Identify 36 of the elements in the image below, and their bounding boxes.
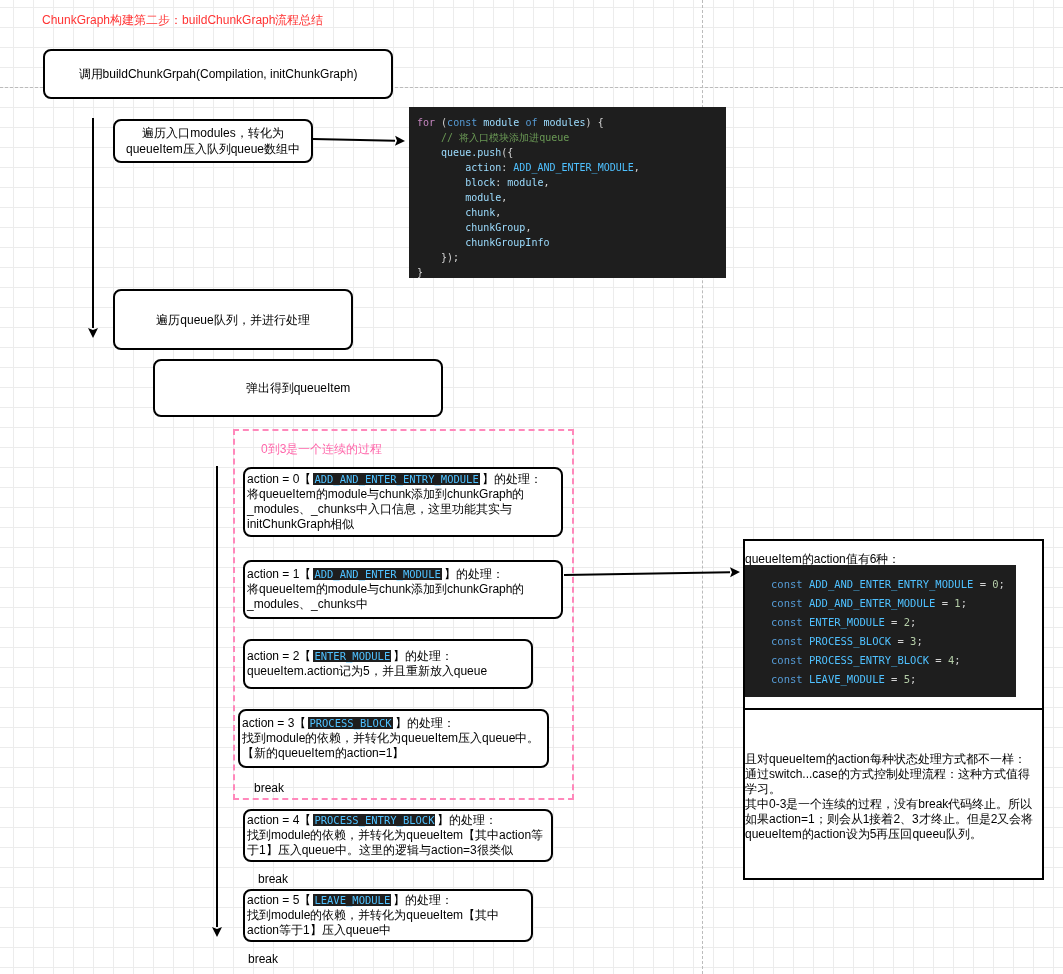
code-line: chunkGroup, <box>464 221 532 235</box>
process-node: 遍历入口modules，转化为queueItem压入队列queue数组中 <box>113 119 313 163</box>
note-text: 通过switch...case的方式控制处理流程：这种方式值得学习。 <box>745 767 1031 797</box>
action-node: action = 4【 PROCESS_ENTRY_BLOCK 】的处理： 找到module的依赖，并转化为queueItem【其中action等于1】压入queue中。这里的逻辑与action=3很类似 <box>243 809 553 862</box>
diagram-title: ChunkGraph构建第二步：buildChunkGraph流程总结 <box>42 12 324 29</box>
note-text: 其中0-3是一个连续的过程，没有break代码终止。所以如果action=1；则会从1接着2、3才终止。但是2又会将queueItem的action设为5再压回queeu队列。 <box>745 797 1035 842</box>
code-line: chunk, <box>464 206 502 220</box>
code-line: const ADD_AND_ENTER_ENTRY_MODULE = 0; <box>771 577 1005 593</box>
code-line: }); <box>440 251 460 265</box>
code-line: // 将入口模块添加进queue <box>440 131 570 145</box>
action-node: action = 5【 LEAVE_MODULE 】的处理： 找到module的依赖，并转化为queueItem【其中action等于1】压入queue中 <box>243 889 533 942</box>
code-line: module, <box>464 191 508 205</box>
note-text: 且对queueItem的action每种状态处理方式都不一样： <box>745 752 1027 767</box>
code-line: chunkGroupInfo <box>464 236 550 250</box>
code-line: queue.push({ <box>440 146 514 160</box>
break-label: break <box>248 952 279 966</box>
code-line: const PROCESS_BLOCK = 3; <box>771 634 923 650</box>
code-line: action: ADD_AND_ENTER_MODULE, <box>464 161 640 175</box>
action-node: action = 1【 ADD_AND_ENTER_MODULE 】的处理： 将queueItem的module与chunk添加到chunkGraph的_modules、_chunks中 <box>243 560 563 619</box>
code-line: const ADD_AND_ENTER_MODULE = 1; <box>771 596 967 612</box>
code-line: const ENTER_MODULE = 2; <box>771 615 917 631</box>
break-label: break <box>254 781 285 795</box>
action-node: action = 0【 ADD_AND_ENTER_ENTRY_MODULE 】的处理： 将queueItem的module与chunk添加到chunkGraph的_modules、_chunks中入口信息，这里功能其实与initChunkGraph相似 <box>243 467 563 537</box>
code-line: block: module, <box>464 176 550 190</box>
note-heading: queueItem的action值有6种： <box>745 551 901 568</box>
code-line: const LEAVE_MODULE = 5; <box>771 672 917 688</box>
action-node: action = 2【 ENTER_MODULE 】的处理： queueItem.action记为5，并且重新放入queue <box>243 639 533 689</box>
action-node: action = 3【 PROCESS_BLOCK 】的处理： 找到module的依赖，并转化为queueItem压入queue中。【新的queueItem的action=1】 <box>238 709 549 768</box>
code-line: } <box>417 266 424 278</box>
code-line: for (const module of modules) { <box>417 116 604 130</box>
code-line: const PROCESS_ENTRY_BLOCK = 4; <box>771 653 961 669</box>
group-label: 0到3是一个连续的过程 <box>261 441 383 458</box>
process-node: 遍历queue队列，并进行处理 <box>113 289 353 350</box>
process-node: 弹出得到queueItem <box>153 359 443 417</box>
break-label: break <box>258 872 289 886</box>
process-node: 调用buildChunkGrpah(Compilation, initChunkGraph) <box>43 49 393 99</box>
